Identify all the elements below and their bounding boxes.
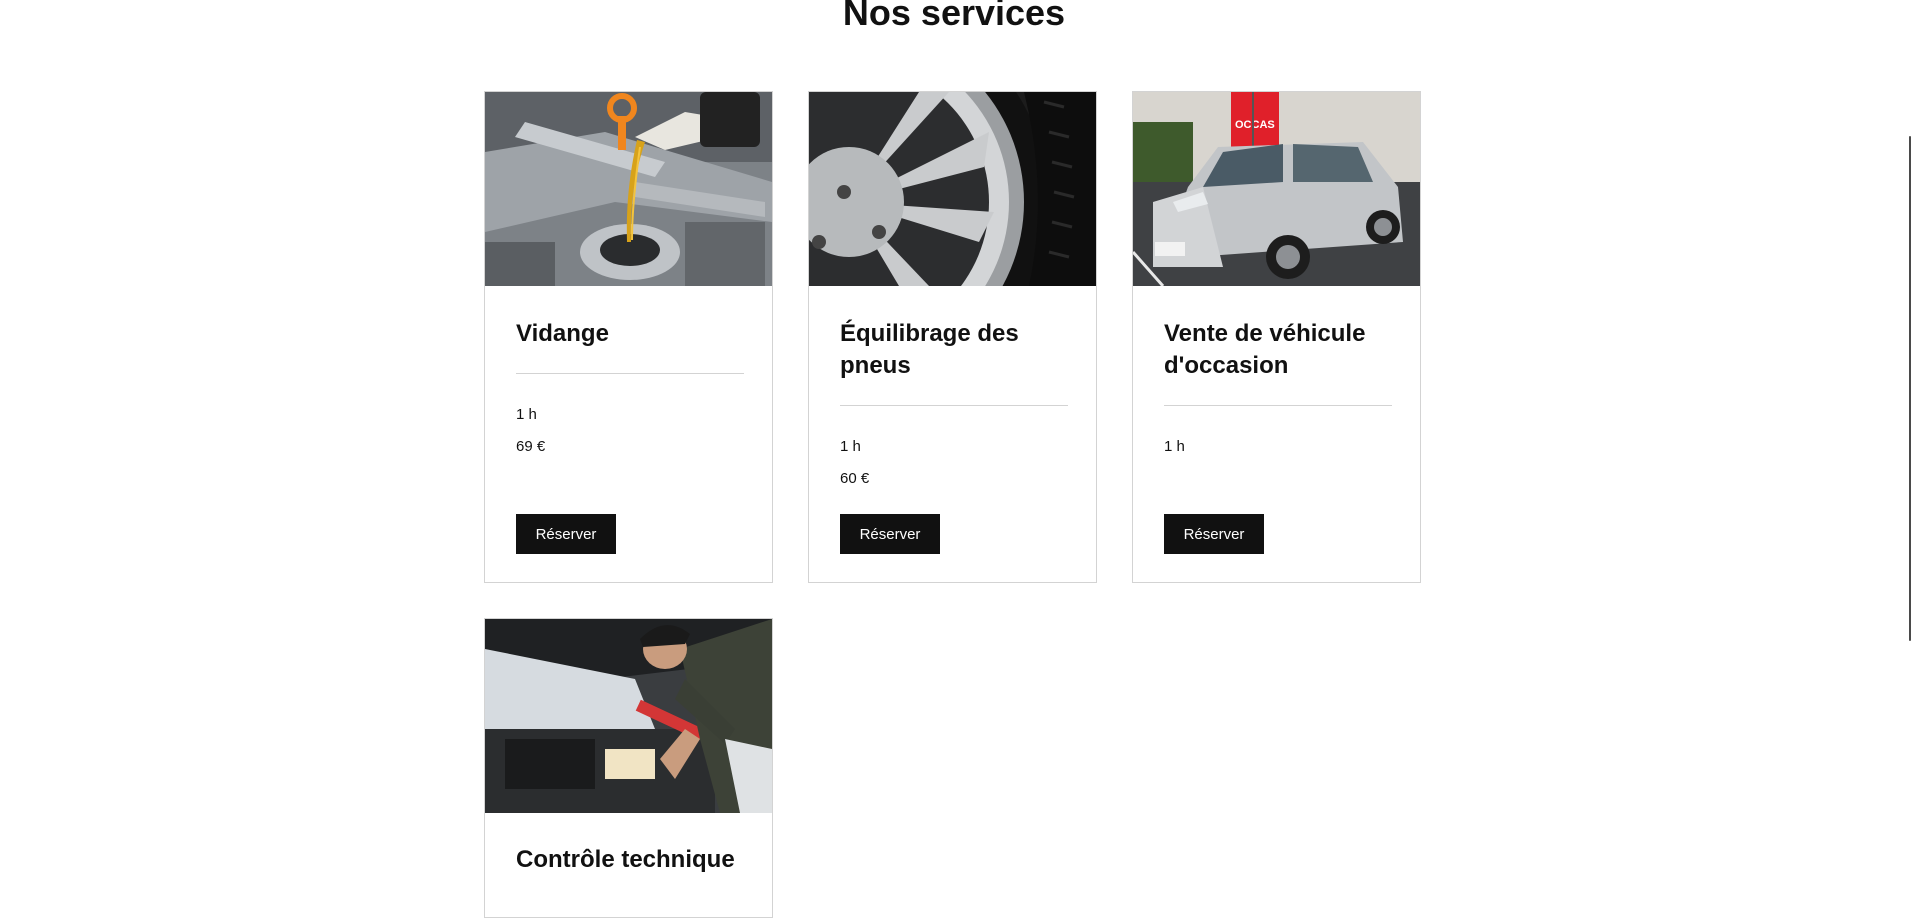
service-duration: 1 h <box>840 438 861 455</box>
oil-change-photo <box>485 92 772 286</box>
reserve-button[interactable]: Réserver <box>840 514 940 554</box>
svg-text:OCCAS: OCCAS <box>1235 119 1275 131</box>
divider <box>1164 405 1392 406</box>
scrollbar[interactable] <box>1908 0 1912 887</box>
divider <box>516 373 744 374</box>
service-title: Contrôle technique <box>516 846 735 873</box>
service-title: Équilibrage des pneus <box>840 320 1019 379</box>
service-price: 69 € <box>516 438 546 455</box>
reserve-button[interactable]: Réserver <box>1164 514 1264 554</box>
divider <box>840 405 1068 406</box>
service-card-equilibrage: Équilibrage des pneus 1 h 60 € Réserver <box>808 91 1097 583</box>
tire-wheel-photo <box>809 92 1096 286</box>
scrollbar-thumb[interactable] <box>1909 136 1911 641</box>
reserve-button[interactable]: Réserver <box>516 514 616 554</box>
used-car-photo: OCCAS <box>1133 92 1420 286</box>
service-card-controle: Contrôle technique <box>484 618 773 918</box>
page-title: Nos services <box>842 0 1066 33</box>
service-duration: 1 h <box>1164 438 1185 455</box>
mechanic-inspection-photo <box>485 619 772 813</box>
service-card-vidange: Vidange 1 h 69 € Réserver <box>484 91 773 583</box>
service-price: 60 € <box>840 470 870 487</box>
service-card-vente: OCCAS Vente de véhicule d'occasion 1 h R… <box>1132 91 1421 583</box>
service-title: Vidange <box>516 320 609 347</box>
service-title: Vente de véhicule d'occasion <box>1164 320 1366 379</box>
service-duration: 1 h <box>516 406 537 423</box>
